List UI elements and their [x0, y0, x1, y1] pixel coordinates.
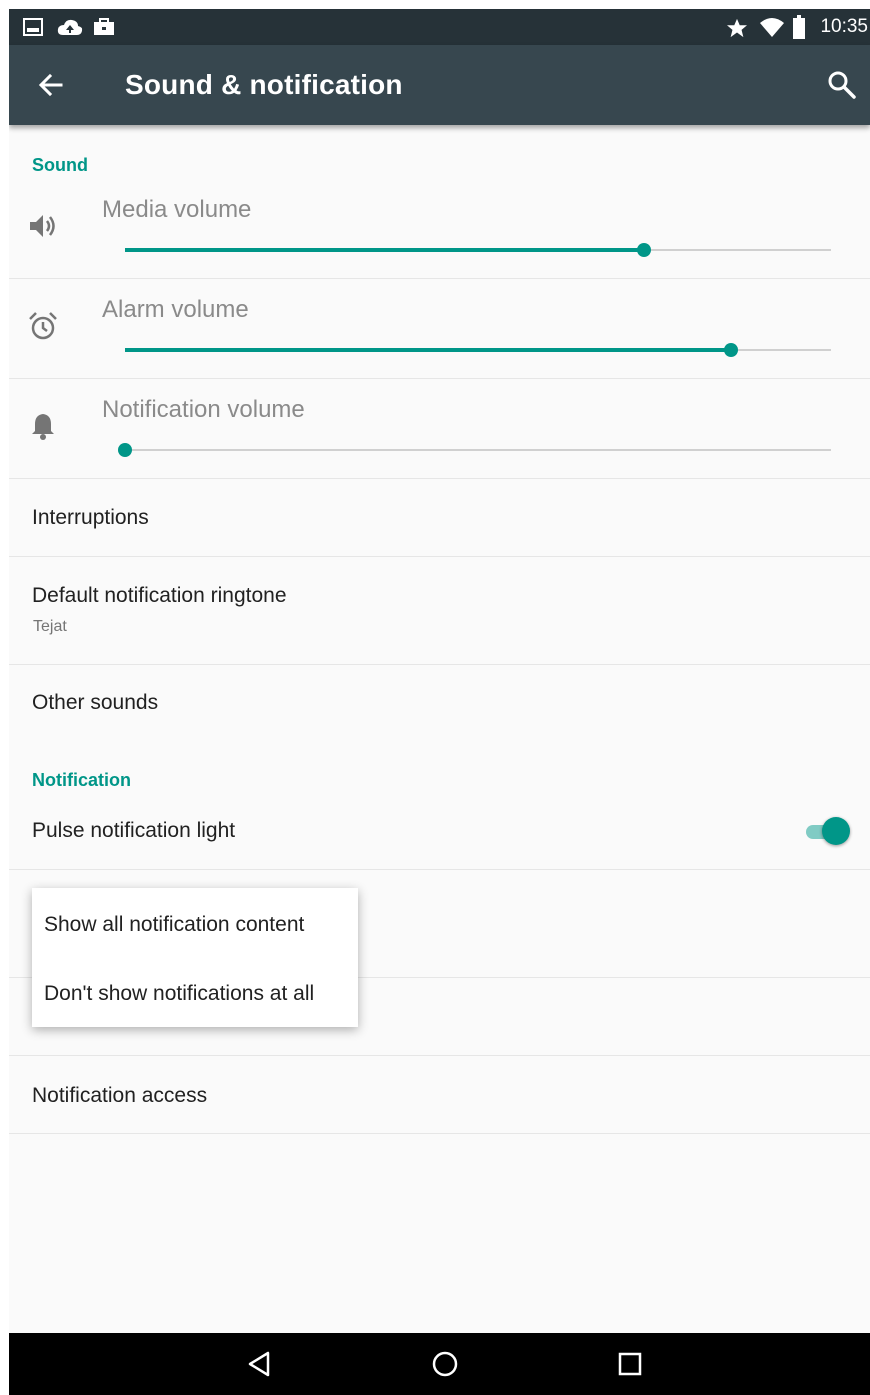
popup-option-show-all[interactable]: Show all notification content: [44, 913, 304, 937]
media-volume-slider[interactable]: [125, 243, 831, 257]
notification-volume-row: Notification volume: [9, 378, 870, 479]
back-triangle-icon[interactable]: [245, 1349, 275, 1379]
lock-screen-options-popup: Show all notification content Don't show…: [32, 888, 358, 1027]
battery-icon: [793, 15, 805, 39]
pref-pulse-light-title: Pulse notification light: [32, 819, 236, 842]
pulse-light-toggle[interactable]: [804, 814, 854, 848]
navigation-bar: [9, 1333, 870, 1395]
toggle-thumb[interactable]: [822, 817, 850, 845]
notification-volume-label: Notification volume: [102, 396, 305, 423]
volume-icon: [30, 215, 55, 237]
star-icon: [727, 18, 747, 38]
pref-other-sounds[interactable]: Other sounds: [9, 665, 870, 745]
pref-notification-access-title: Notification access: [32, 1084, 208, 1107]
pref-default-ringtone[interactable]: Default notification ringtone Tejat: [9, 557, 870, 665]
pref-ringtone-summary: Tejat: [33, 618, 67, 635]
briefcase-icon: [94, 18, 114, 35]
slider-track: [125, 449, 831, 451]
status-bar: 10:35: [9, 9, 870, 45]
recents-square-icon[interactable]: [615, 1349, 645, 1379]
media-volume-row: Media volume: [9, 178, 870, 279]
slider-fill: [125, 348, 731, 352]
notification-volume-slider[interactable]: [118, 443, 831, 457]
pref-ringtone-title: Default notification ringtone: [32, 584, 287, 607]
pref-pulse-light[interactable]: Pulse notification light: [9, 799, 870, 870]
pref-other-sounds-title: Other sounds: [32, 691, 159, 714]
pref-interruptions[interactable]: Interruptions: [9, 479, 870, 557]
arrow-back-icon[interactable]: [35, 69, 67, 101]
slider-thumb[interactable]: [636, 243, 651, 257]
screenshot-icon: [23, 18, 43, 36]
bell-icon: [32, 414, 54, 440]
media-volume-label: Media volume: [102, 196, 252, 223]
alarm-volume-label: Alarm volume: [102, 296, 249, 323]
alarm-volume-row: Alarm volume: [9, 278, 870, 379]
app-toolbar: Sound & notification: [9, 45, 870, 125]
wifi-icon: [760, 18, 784, 37]
search-icon[interactable]: [826, 69, 858, 101]
slider-thumb[interactable]: [723, 343, 738, 357]
alarm-volume-slider[interactable]: [125, 343, 831, 357]
section-header-notification: Notification: [32, 770, 131, 790]
cloud-upload-icon: [57, 19, 83, 35]
page-title: Sound & notification: [125, 69, 403, 100]
status-time: 10:35: [820, 16, 868, 37]
home-circle-icon[interactable]: [430, 1349, 460, 1379]
pref-notification-access[interactable]: Notification access: [9, 1056, 870, 1134]
slider-thumb[interactable]: [118, 443, 132, 457]
section-header-sound: Sound: [32, 155, 88, 175]
screen: 10:35 Sound & notification Sound Media v…: [9, 9, 870, 1395]
popup-option-dont-show[interactable]: Don't show notifications at all: [44, 982, 314, 1006]
pref-interruptions-title: Interruptions: [32, 506, 149, 529]
alarm-icon: [29, 312, 57, 340]
slider-fill: [125, 248, 644, 252]
